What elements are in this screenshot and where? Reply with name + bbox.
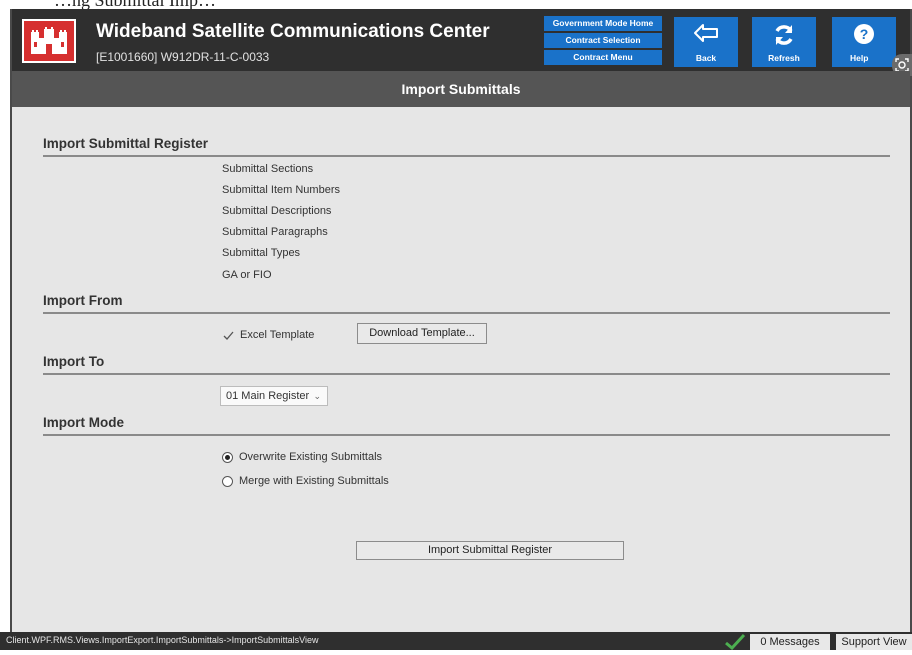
svg-text:?: ? [860,26,869,42]
chevron-down-icon: ⌄ [313,391,321,401]
nav-links: Government Mode Home Contract Selection … [544,16,662,67]
excel-template-checkbox[interactable] [222,329,234,341]
import-register-heading: Import Submittal Register [43,136,890,157]
view-path: Client.WPF.RMS.Views.ImportExport.Import… [6,635,319,645]
page-title: Import Submittals [12,71,910,107]
merge-radio[interactable] [222,475,233,487]
import-submittal-register-button[interactable]: Import Submittal Register [356,541,624,560]
back-button[interactable]: Back [674,17,738,67]
register-item-paragraphs: Submittal Paragraphs [222,226,328,238]
government-mode-home-link[interactable]: Government Mode Home [544,16,662,31]
merge-label: Merge with Existing Submittals [239,475,389,487]
import-from-heading: Import From [43,293,890,314]
back-label: Back [695,53,717,63]
contract-selection-link[interactable]: Contract Selection [544,33,662,48]
merge-option[interactable]: Merge with Existing Submittals [222,475,389,487]
import-mode-heading: Import Mode [43,415,890,436]
excel-template-option: Excel Template [222,329,314,341]
help-button[interactable]: ? Help [832,17,896,67]
register-item-descriptions: Submittal Descriptions [222,205,332,217]
register-item-item-numbers: Submittal Item Numbers [222,184,340,196]
overwrite-option[interactable]: Overwrite Existing Submittals [222,451,382,463]
app-title: Wideband Satellite Communications Center [96,21,490,42]
screen-capture-icon [895,58,909,72]
refresh-label: Refresh [768,53,800,63]
castle-logo-icon [22,19,76,63]
register-item-types: Submittal Types [222,247,301,259]
cut-off-title-text: …ng Submittal Imp… [54,0,216,10]
contract-id: [E1001660] W912DR-11-C-0033 [96,50,270,64]
overwrite-label: Overwrite Existing Submittals [239,451,383,463]
status-ok-check-icon [724,633,746,651]
support-view-button[interactable]: Support View [836,634,912,650]
overwrite-radio[interactable] [222,451,233,463]
register-item-ga-or-fio: GA or FIO [222,269,272,281]
app-window: Wideband Satellite Communications Center… [10,9,912,632]
contract-menu-link[interactable]: Contract Menu [544,50,662,65]
register-select[interactable]: 01 Main Register ⌄ [220,386,328,406]
register-select-value: 01 Main Register [226,390,310,402]
back-arrow-icon [674,22,738,44]
import-to-heading: Import To [43,354,890,375]
download-template-button[interactable]: Download Template... [357,323,487,344]
app-header: Wideband Satellite Communications Center… [12,9,912,76]
messages-button[interactable]: 0 Messages [750,634,830,650]
excel-template-label: Excel Template [240,329,315,341]
check-icon [223,331,233,340]
register-item-sections: Submittal Sections [222,163,314,175]
status-bar: Client.WPF.RMS.Views.ImportExport.Import… [0,632,912,651]
refresh-button[interactable]: Refresh [752,17,816,67]
help-label: Help [850,53,869,63]
help-icon: ? [832,22,896,46]
refresh-icon [752,22,816,48]
